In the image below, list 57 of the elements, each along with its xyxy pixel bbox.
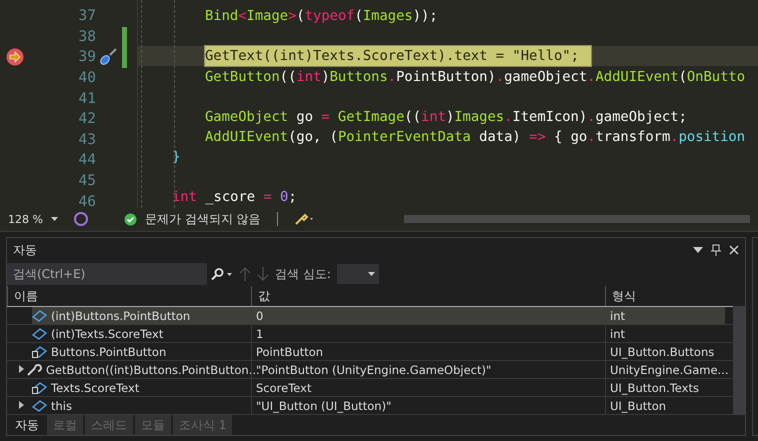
zoom-dropdown[interactable]: 128 %	[8, 212, 66, 226]
code-line: int _score = 0;	[172, 188, 297, 208]
line-number: 45	[78, 173, 96, 190]
variable-name: Buttons.PointButton	[51, 344, 166, 358]
field-icon	[32, 309, 47, 322]
line-number: 42	[78, 111, 96, 128]
variable-name: this	[51, 398, 72, 412]
dropdown-icon[interactable]	[693, 246, 703, 254]
variable-name: Texts.ScoreText	[51, 380, 140, 394]
search-depth-label: 검색 심도:	[275, 266, 331, 282]
line-number: 43	[78, 132, 96, 148]
vertical-scrollbar[interactable]	[733, 306, 745, 415]
pin-icon[interactable]	[711, 244, 721, 256]
variable-name: (int)Buttons.PointButton	[51, 308, 190, 322]
variable-type: int	[605, 325, 725, 342]
screwdriver-icon[interactable]	[99, 48, 117, 66]
column-header[interactable]: 형식	[605, 286, 725, 306]
variable-type: UI_Button.Buttons	[605, 343, 725, 360]
variable-type: UI_Button.Texts	[605, 379, 725, 396]
variable-value: "UI_Button (UI_Button)"	[251, 397, 605, 414]
issues-status[interactable]: 문제가 검색되지 않음	[145, 210, 261, 228]
variable-type: UI_Button	[605, 397, 725, 414]
code-line: GetButton((int)Buttons.PointButton).gameObject.AddUIEvent(OnButto	[205, 68, 746, 87]
column-header[interactable]: 값	[251, 286, 605, 306]
caret-icon	[50, 217, 58, 222]
code-line: Bind<Image>(typeof(Images));	[205, 7, 438, 26]
line-number: 38	[78, 28, 96, 45]
line-number: 46	[78, 194, 96, 208]
selected-row-highlight[interactable]: (int)Buttons.PointButton	[32, 307, 251, 324]
variable-type: int	[605, 307, 725, 324]
search-icon[interactable]	[211, 268, 233, 280]
variable-value: PointButton	[251, 343, 605, 360]
check-icon	[124, 212, 137, 226]
search-field[interactable]: 검색(Ctrl+E)	[7, 263, 207, 285]
caret-icon	[368, 272, 375, 276]
line-number: 37	[78, 8, 96, 24]
variable-name: (int)Texts.ScoreText	[51, 326, 164, 340]
field-icon	[32, 399, 47, 412]
code-line: AddUIEvent(go, (PointerEventData data) => { go.transform.position	[205, 128, 746, 148]
line-number: 41	[78, 90, 96, 107]
line-number: 44	[78, 152, 96, 168]
horizontal-scrollbar[interactable]	[404, 215, 750, 224]
column-header[interactable]: 이름	[7, 286, 251, 306]
wrench-icon	[27, 363, 42, 376]
variable-value: ScoreText	[251, 379, 605, 396]
field-icon	[32, 327, 47, 340]
panel-title: 자동	[13, 242, 37, 258]
expand-arrow-icon[interactable]	[19, 364, 24, 374]
enum-member-icon	[32, 381, 47, 394]
line-number: 39	[78, 49, 96, 66]
line-number: 40	[78, 70, 96, 86]
variable-value: 0	[251, 307, 605, 324]
close-icon[interactable]	[729, 245, 739, 255]
code-line: GameObject go = GetImage((int)Images.ItemIcon).gameObject;	[205, 108, 687, 127]
variable-value: 1	[251, 325, 605, 342]
variable-type: UnityEngine.Game...	[605, 361, 725, 378]
enum-member-icon	[32, 345, 47, 358]
